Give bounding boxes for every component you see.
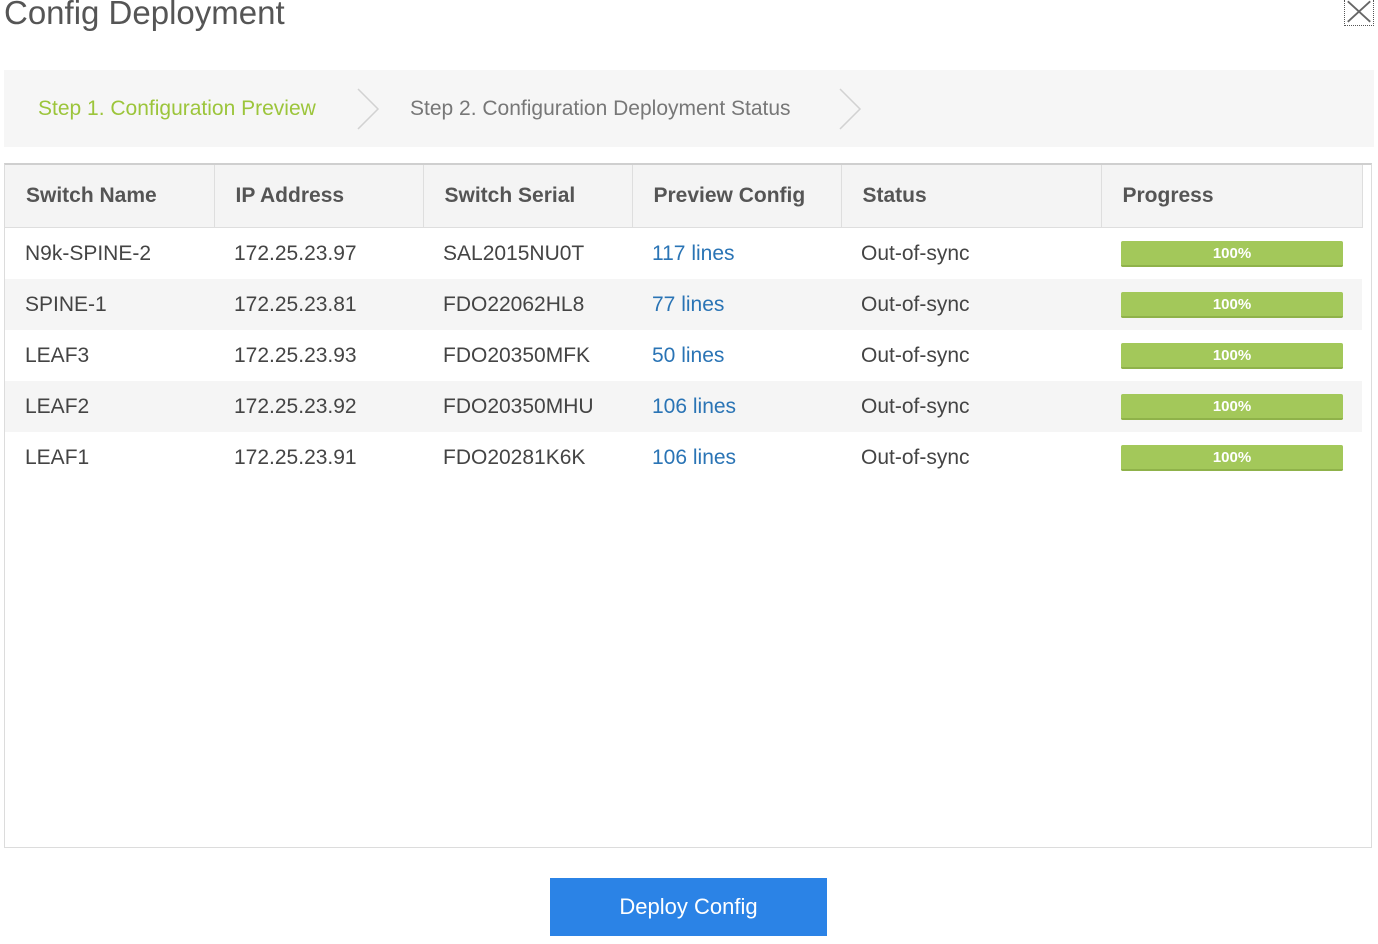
switch-serial-cell: FDO22062HL8: [423, 279, 632, 330]
dialog-title: Config Deployment: [4, 0, 285, 31]
table-header-row: Switch Name IP Address Switch Serial Pre…: [5, 165, 1363, 228]
ip-address-cell: 172.25.23.92: [214, 381, 423, 432]
column-header-switch-name[interactable]: Switch Name: [5, 165, 215, 228]
progress-label: 100%: [1212, 448, 1252, 466]
table-row: LEAF2 172.25.23.92 FDO20350MHU 106 lines…: [5, 381, 1362, 432]
switch-serial-cell: FDO20281K6K: [443, 445, 586, 469]
column-header-status[interactable]: Status: [841, 165, 1102, 228]
table-row: LEAF1 172.25.23.91 FDO20281K6K 106 lines…: [5, 432, 1362, 483]
config-deployment-dialog: Config Deployment Step 1. Configuration …: [0, 0, 1378, 944]
preview-config-link[interactable]: 77 lines: [652, 293, 724, 316]
table-row: SPINE-1 172.25.23.81 FDO22062HL8 77 line…: [5, 279, 1362, 330]
ip-address-cell: 172.25.23.93: [234, 343, 357, 367]
progress-cell: 100%: [1101, 432, 1362, 483]
chevron-right-icon: [357, 88, 380, 130]
switch-name-cell: N9k-SPINE-2: [25, 241, 152, 265]
progress-cell: 100%: [1101, 381, 1362, 432]
preview-config-link[interactable]: 106 lines: [652, 395, 736, 418]
progress-label: 100%: [1212, 397, 1252, 415]
close-button[interactable]: [1344, 0, 1374, 26]
wizard-steps: Step 1. Configuration Preview Step 2. Co…: [4, 70, 1374, 147]
progress-cell: 100%: [1101, 279, 1362, 330]
switch-serial-cell: FDO20350MFK: [443, 343, 591, 367]
preview-config-cell: 106 lines: [632, 432, 841, 483]
switch-name-cell: LEAF3: [25, 343, 90, 367]
switch-name-cell: LEAF1: [25, 445, 90, 469]
ip-address-cell: 172.25.23.81: [214, 279, 423, 330]
switch-name-cell: LEAF2: [5, 381, 214, 432]
column-header-ip-address[interactable]: IP Address: [214, 165, 424, 228]
preview-config-cell: 117 lines: [632, 228, 841, 280]
progress-bar: 100%: [1121, 393, 1343, 420]
status-cell: Out-of-sync: [841, 279, 1101, 330]
progress-cell: 100%: [1101, 228, 1362, 280]
column-header-progress[interactable]: Progress: [1101, 165, 1363, 228]
ip-address-cell: 172.25.23.91: [234, 445, 357, 469]
progress-label: 100%: [1212, 346, 1252, 364]
column-header-switch-serial[interactable]: Switch Serial: [423, 165, 633, 228]
preview-config-cell: 77 lines: [632, 279, 841, 330]
close-icon: [1347, 0, 1371, 23]
preview-config-link[interactable]: 50 lines: [652, 344, 724, 367]
table-row: N9k-SPINE-2 172.25.23.97 SAL2015NU0T 117…: [5, 228, 1362, 280]
status-cell: Out-of-sync: [861, 343, 970, 367]
chevron-right-icon: [839, 88, 862, 130]
progress-cell: 100%: [1101, 330, 1362, 381]
preview-config-cell: 106 lines: [632, 381, 841, 432]
status-cell: Out-of-sync: [841, 381, 1101, 432]
switch-serial-cell: SAL2015NU0T: [443, 241, 585, 265]
status-cell: Out-of-sync: [861, 445, 970, 469]
column-header-preview-config[interactable]: Preview Config: [632, 165, 842, 228]
ip-address-cell: 172.25.23.97: [234, 241, 357, 265]
preview-config-cell: 50 lines: [632, 330, 841, 381]
step-configuration-preview[interactable]: Step 1. Configuration Preview: [38, 70, 316, 147]
preview-config-link[interactable]: 106 lines: [652, 446, 736, 469]
status-cell: Out-of-sync: [861, 241, 970, 265]
progress-bar: 100%: [1121, 291, 1343, 318]
progress-bar: 100%: [1121, 342, 1343, 369]
deploy-config-button[interactable]: Deploy Config: [550, 878, 827, 936]
step-deployment-status[interactable]: Step 2. Configuration Deployment Status: [410, 70, 791, 147]
progress-label: 100%: [1212, 295, 1252, 313]
progress-label: 100%: [1212, 244, 1252, 262]
progress-bar: 100%: [1121, 240, 1343, 267]
switch-table-panel: Switch Name IP Address Switch Serial Pre…: [4, 163, 1372, 848]
table-row: LEAF3 172.25.23.93 FDO20350MFK 50 lines …: [5, 330, 1362, 381]
preview-config-link[interactable]: 117 lines: [652, 242, 735, 265]
switch-table: Switch Name IP Address Switch Serial Pre…: [5, 165, 1363, 483]
switch-name-cell: SPINE-1: [5, 279, 214, 330]
switch-serial-cell: FDO20350MHU: [423, 381, 632, 432]
progress-bar: 100%: [1121, 444, 1343, 471]
